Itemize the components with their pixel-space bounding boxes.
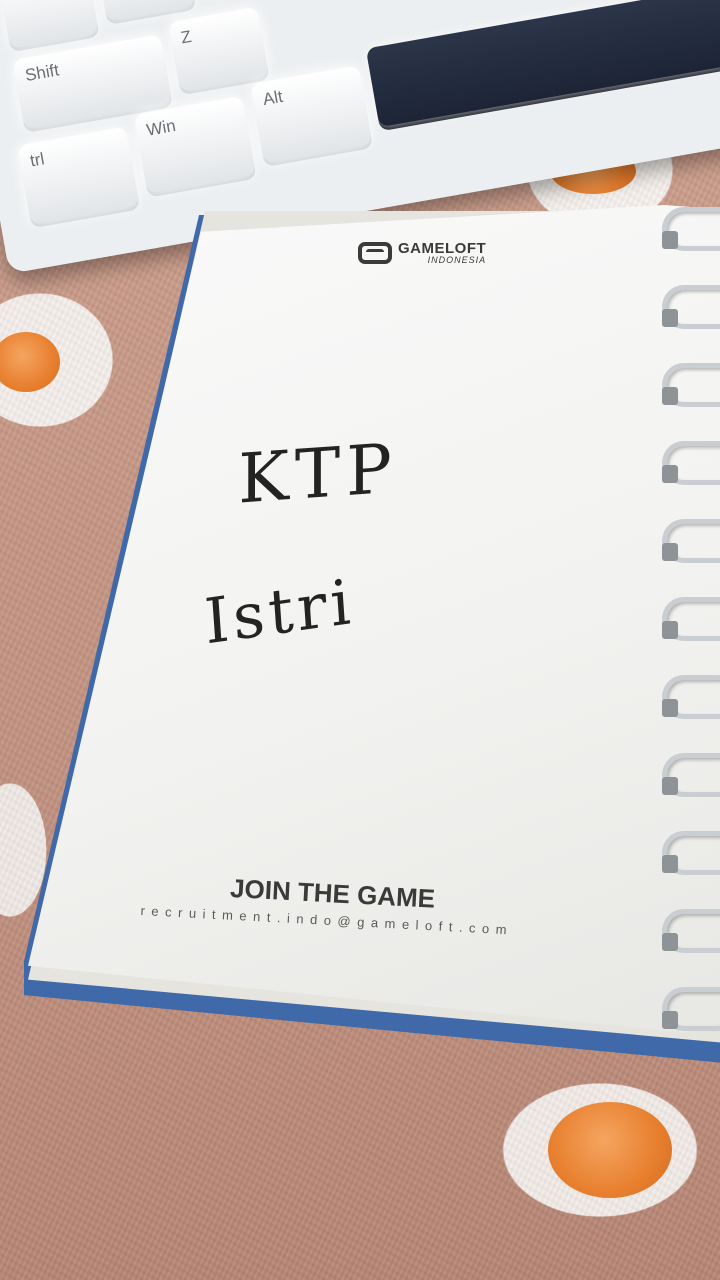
binding-hole bbox=[662, 387, 678, 405]
logo-name: GAMELOFT bbox=[398, 240, 487, 257]
binding-hole bbox=[662, 699, 678, 717]
logo-sub: INDONESIA bbox=[427, 255, 487, 265]
gameloft-logo-icon bbox=[358, 242, 392, 264]
binding-hole bbox=[662, 231, 678, 249]
notebook: GAMELOFT INDONESIA KTP Istri JOIN THE GA… bbox=[24, 205, 720, 1065]
flower-center bbox=[548, 1102, 672, 1198]
binding-hole bbox=[662, 309, 678, 327]
binding-hole bbox=[662, 933, 678, 951]
notebook-page: GAMELOFT INDONESIA KTP Istri JOIN THE GA… bbox=[28, 205, 720, 1033]
binding-hole bbox=[662, 777, 678, 795]
binding-hole bbox=[662, 1011, 678, 1029]
binding-hole bbox=[662, 543, 678, 561]
gameloft-logo: GAMELOFT INDONESIA bbox=[358, 241, 486, 265]
binding-hole bbox=[662, 621, 678, 639]
binding-hole bbox=[662, 465, 678, 483]
binding-hole bbox=[662, 855, 678, 873]
logo-text: GAMELOFT INDONESIA bbox=[398, 241, 486, 265]
spiral-binding bbox=[630, 205, 720, 1031]
handwritten-line: KTP bbox=[238, 429, 398, 520]
handwritten-line: Istri bbox=[202, 564, 357, 659]
